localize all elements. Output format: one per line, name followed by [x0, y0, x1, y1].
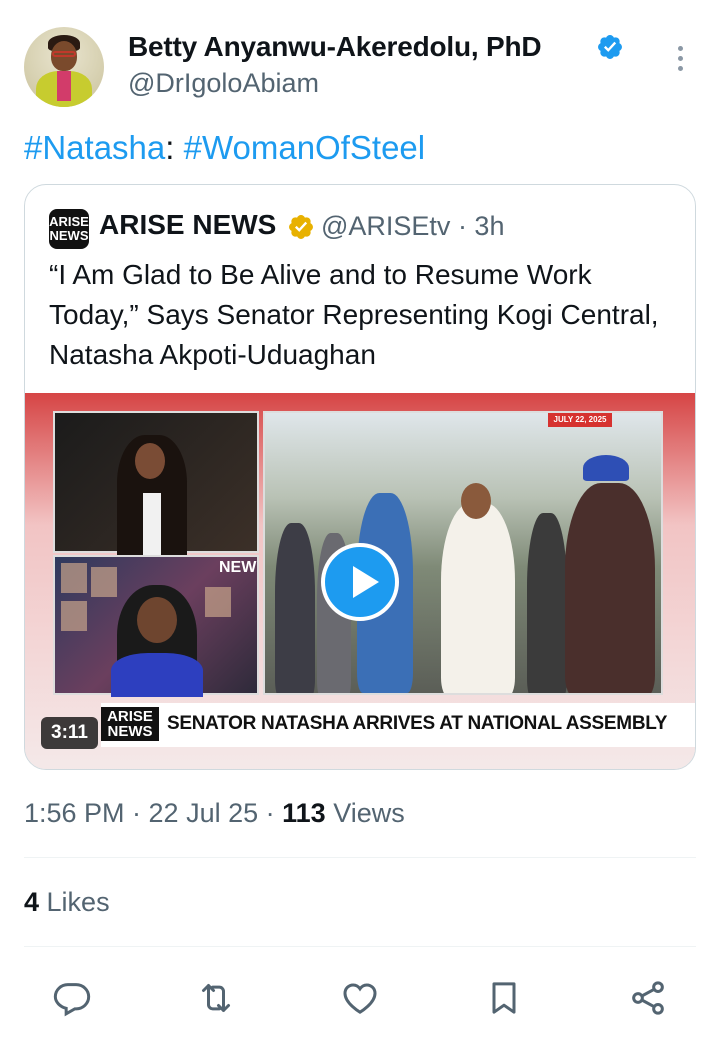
divider: [24, 946, 696, 947]
author-avatar[interactable]: [24, 27, 104, 107]
gold-verified-badge-icon: [289, 215, 313, 239]
views-count: 113: [282, 798, 326, 828]
video-duration: 3:11: [41, 717, 98, 749]
author-name[interactable]: Betty Anyanwu-Akeredolu, PhD: [128, 31, 542, 63]
logo-text-top: ARISE: [49, 214, 89, 229]
views-label: Views: [325, 798, 405, 828]
arise-logo-avatar[interactable]: ARISE NEWS: [49, 209, 89, 249]
news-headline: SENATOR NATASHA ARRIVES AT NATIONAL ASSE…: [167, 713, 668, 734]
quoted-tweet[interactable]: ARISE NEWS ARISE NEWS @ARISEtv · 3h “I A…: [24, 184, 696, 770]
bookmark-icon[interactable]: [484, 978, 524, 1018]
video-frame-anchor: NEW: [53, 555, 259, 697]
video-frame-scene: [263, 411, 663, 695]
hashtag-womanofsteel[interactable]: #WomanOfSteel: [184, 129, 426, 166]
retweet-icon[interactable]: [196, 978, 236, 1018]
like-icon[interactable]: [340, 978, 380, 1018]
likes-count: 4: [24, 887, 40, 917]
play-icon[interactable]: [321, 543, 399, 621]
quoted-handle-time[interactable]: @ARISEtv · 3h: [321, 211, 504, 242]
more-options-icon[interactable]: [668, 46, 692, 76]
verified-badge-icon: [598, 35, 622, 59]
arise-news-logo: ARISE NEWS: [101, 707, 159, 741]
tweet-meta: 1:56 PM · 22 Jul 25 · 113 Views: [24, 798, 405, 829]
share-icon[interactable]: [628, 978, 668, 1018]
divider: [24, 857, 696, 858]
tweet-separator: :: [165, 129, 184, 166]
news-lower-third: ARISE NEWS SENATOR NATASHA ARRIVES AT NA…: [101, 703, 695, 747]
reply-icon[interactable]: [52, 978, 92, 1018]
logo-text-bottom: NEWS: [49, 228, 89, 243]
quoted-author-name[interactable]: ARISE NEWS: [99, 209, 276, 241]
video-player[interactable]: NEW JULY 22, 2025 ARISE NEWS SENATOR NAT…: [25, 393, 695, 769]
tweet-text: #Natasha: #WomanOfSteel: [24, 129, 425, 167]
quoted-text: “I Am Glad to Be Alive and to Resume Wor…: [49, 259, 659, 370]
likes-summary[interactable]: 4 Likes: [24, 887, 110, 918]
channel-tag: NEW: [219, 559, 257, 576]
bar-logo-bottom: NEWS: [107, 723, 153, 740]
tweet-timestamp[interactable]: 1:56 PM · 22 Jul 25 ·: [24, 798, 282, 828]
hashtag-natasha[interactable]: #Natasha: [24, 129, 165, 166]
date-tag: JULY 22, 2025: [548, 413, 612, 427]
author-handle[interactable]: @DrIgoloAbiam: [128, 68, 319, 99]
video-frame-presenter: [53, 411, 259, 555]
bar-logo-top: ARISE: [107, 708, 153, 725]
likes-label: Likes: [39, 887, 110, 917]
